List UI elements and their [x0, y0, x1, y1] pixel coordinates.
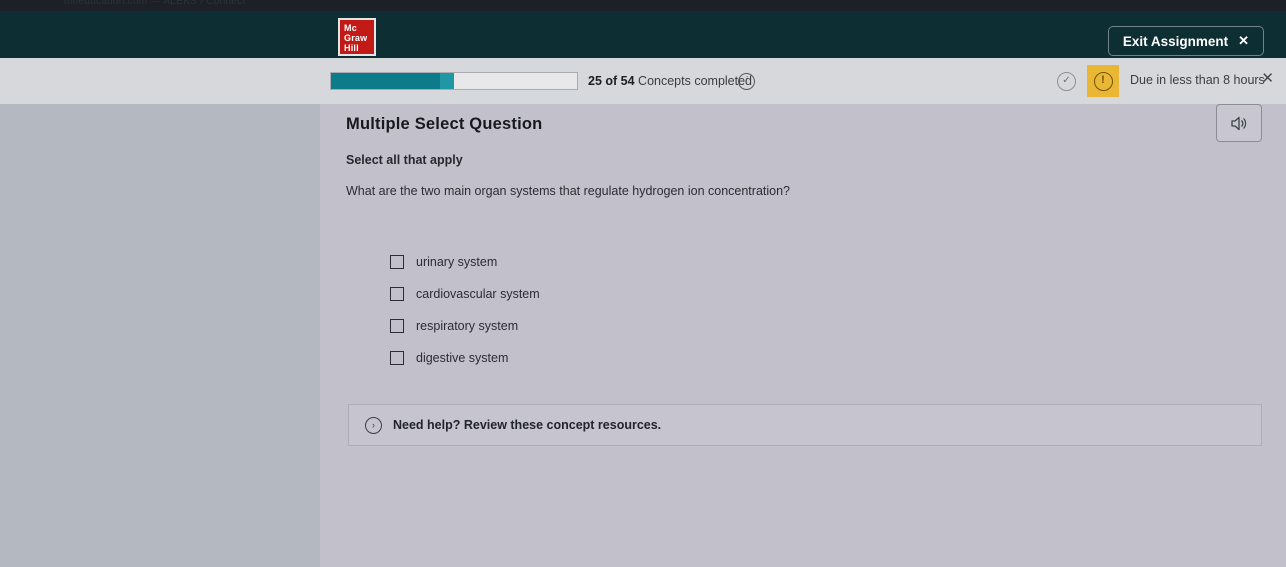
question-panel: Multiple Select Question Select all that… — [320, 104, 1286, 567]
close-icon: ✕ — [1238, 33, 1249, 48]
browser-tab-title: mheducation.com — ALEKS / Connect — [64, 0, 246, 7]
logo-line-3: Hill — [344, 43, 359, 53]
left-gutter — [0, 104, 320, 567]
concept-resources-panel[interactable]: › Need help? Review these concept resour… — [348, 404, 1262, 446]
due-text: Due in less than 8 hours — [1130, 73, 1265, 87]
info-icon[interactable]: i — [738, 73, 755, 90]
option-digestive-system[interactable]: digestive system — [390, 342, 540, 374]
question-instruction: Select all that apply — [346, 153, 463, 167]
assignment-screen: mheducation.com — ALEKS / Connect Mc Gra… — [0, 0, 1286, 567]
exit-assignment-button[interactable]: Exit Assignment ✕ — [1107, 26, 1264, 56]
check-circle-icon: ✓ — [1057, 72, 1076, 91]
progress-count: 25 of 54 — [588, 74, 635, 88]
progress-header: 25 of 54 Concepts completed i ✓ ! Due in… — [0, 58, 1286, 105]
exit-assignment-label: Exit Assignment — [1122, 33, 1229, 49]
option-urinary-system[interactable]: urinary system — [390, 246, 540, 278]
option-label: respiratory system — [416, 319, 519, 333]
progress-bar-fill — [331, 73, 454, 89]
audio-playback-button[interactable] — [1216, 104, 1262, 142]
checkbox-icon[interactable] — [390, 255, 404, 269]
progress-caption: Concepts completed — [638, 74, 752, 88]
checkbox-icon[interactable] — [390, 287, 404, 301]
option-label: urinary system — [416, 255, 498, 269]
dismiss-due-icon[interactable]: ✕ — [1261, 70, 1274, 88]
question-type-label: Multiple Select Question — [346, 115, 543, 133]
option-label: cardiovascular system — [416, 287, 540, 301]
question-prompt: What are the two main organ systems that… — [346, 184, 791, 198]
exclamation-icon: ! — [1093, 71, 1113, 91]
chevron-right-icon: › — [365, 416, 382, 434]
logo-line-1: Mc — [344, 23, 357, 33]
due-warning-badge: ! — [1087, 65, 1119, 97]
mcgraw-hill-logo: Mc Graw Hill — [338, 18, 376, 56]
logo-line-2: Graw — [344, 33, 368, 43]
speaker-icon — [1231, 116, 1247, 130]
option-respiratory-system[interactable]: respiratory system — [390, 310, 540, 342]
progress-bar-tip — [440, 73, 454, 89]
option-cardiovascular-system[interactable]: cardiovascular system — [390, 278, 540, 310]
app-header: Mc Graw Hill Exit Assignment ✕ — [0, 11, 1286, 58]
browser-tab-strip: mheducation.com — ALEKS / Connect — [0, 0, 1286, 11]
progress-label: 25 of 54 Concepts completed — [588, 72, 752, 90]
concept-resources-label: Need help? Review these concept resource… — [393, 418, 662, 432]
option-label: digestive system — [416, 351, 509, 365]
progress-bar — [330, 72, 578, 90]
checkbox-icon[interactable] — [390, 319, 404, 333]
answer-options-list: urinary system cardiovascular system res… — [390, 246, 540, 374]
checkbox-icon[interactable] — [390, 351, 404, 365]
